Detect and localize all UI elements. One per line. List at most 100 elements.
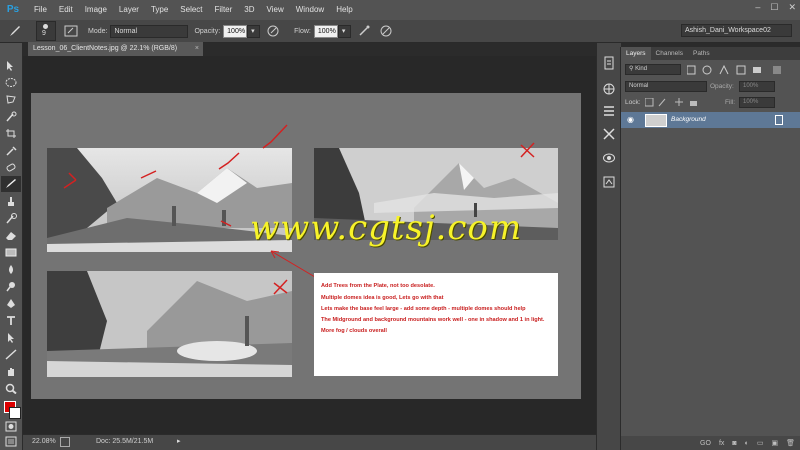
adjustment-layer-icon[interactable]: ◐ xyxy=(745,440,749,447)
menu-file[interactable]: File xyxy=(28,0,53,20)
layer-mask-icon[interactable]: ◙ xyxy=(732,440,736,447)
flow-dropdown-icon[interactable]: ▾ xyxy=(337,24,351,38)
tab-channels[interactable]: Channels xyxy=(651,47,688,60)
note-line-5: More fog / clouds overall xyxy=(321,328,387,334)
opacity-dropdown-icon[interactable]: ▾ xyxy=(247,24,261,38)
path-selection-icon[interactable] xyxy=(4,332,18,343)
dodge-tool-icon[interactable] xyxy=(4,281,18,292)
brush-icon xyxy=(6,179,16,188)
workspace-select[interactable]: Ashish_Dani_Workspace02 xyxy=(681,24,792,37)
quick-mask-icon[interactable] xyxy=(4,421,18,432)
close-document-icon[interactable]: × xyxy=(195,42,199,56)
brush-tool-icon[interactable] xyxy=(8,24,22,38)
layer-style-icon[interactable]: fx xyxy=(719,440,724,447)
share-icon[interactable] xyxy=(60,437,70,447)
type-tool-icon[interactable] xyxy=(4,315,18,326)
gradient-tool-icon[interactable] xyxy=(4,247,18,258)
line-tool-icon[interactable] xyxy=(4,349,18,360)
zoom-level[interactable]: 22.08% xyxy=(32,438,56,445)
new-layer-icon[interactable]: ▣ xyxy=(771,439,778,447)
mode-select[interactable]: Normal xyxy=(110,24,189,38)
zoom-tool-icon[interactable] xyxy=(4,383,18,394)
pen-tool-icon[interactable] xyxy=(4,298,18,309)
info-panel-icon[interactable] xyxy=(602,175,616,189)
annotation-mark-2 xyxy=(140,170,157,179)
eraser-icon[interactable] xyxy=(4,230,18,241)
note-line-3: Lets make the base feel large - add some… xyxy=(321,306,526,312)
crop-tool-icon[interactable] xyxy=(4,128,18,139)
layer-name: Background xyxy=(671,116,706,123)
layer-opacity-input[interactable]: 100% xyxy=(739,81,775,92)
note-line-4: The Midground and background mountains w… xyxy=(321,317,545,323)
blur-tool-icon[interactable] xyxy=(4,264,18,275)
adjustments-panel-icon[interactable] xyxy=(602,82,616,96)
pressure-size-icon[interactable] xyxy=(379,24,393,38)
eyedropper-icon[interactable] xyxy=(4,145,18,156)
tools-panel xyxy=(0,43,23,450)
move-tool-icon[interactable] xyxy=(4,60,18,71)
delete-layer-icon[interactable]: 🗑 xyxy=(786,439,795,447)
menu-help[interactable]: Help xyxy=(330,0,358,20)
menu-3d[interactable]: 3D xyxy=(238,0,260,20)
menu-view[interactable]: View xyxy=(261,0,290,20)
visibility-eye-icon[interactable]: ◉ xyxy=(627,115,634,124)
lasso-tool-icon[interactable] xyxy=(4,94,18,105)
brush-preset-picker[interactable]: 9 xyxy=(36,21,56,41)
history-brush-icon[interactable] xyxy=(4,213,18,224)
screen-mode-icon[interactable] xyxy=(4,436,18,447)
lock-label: Lock: xyxy=(625,99,641,106)
tool-presets-icon[interactable] xyxy=(602,127,616,141)
layer-filter-select[interactable]: ⚲ Kind xyxy=(625,64,681,75)
menu-type[interactable]: Type xyxy=(145,0,174,20)
tab-paths[interactable]: Paths xyxy=(688,47,715,60)
airbrush-icon[interactable] xyxy=(357,24,371,38)
menu-bar: Ps File Edit Image Layer Type Select Fil… xyxy=(0,0,800,20)
brush-tool-selected[interactable] xyxy=(1,176,21,192)
new-group-icon[interactable]: ▭ xyxy=(757,439,764,447)
layer-row-background[interactable]: ◉ Background xyxy=(621,112,800,128)
annotation-check-3 xyxy=(218,152,240,170)
annotation-cross-1 xyxy=(520,142,535,158)
healing-brush-icon[interactable] xyxy=(4,162,18,173)
clone-stamp-icon[interactable] xyxy=(4,196,18,207)
fill-input[interactable]: 100% xyxy=(739,97,775,108)
menu-edit[interactable]: Edit xyxy=(53,0,79,20)
quick-selection-icon[interactable] xyxy=(4,111,18,122)
note-line-1: Add Trees from the Plate, not too desola… xyxy=(321,283,435,289)
annotation-mark-3 xyxy=(220,220,232,227)
background-color-swatch[interactable] xyxy=(9,407,21,419)
brush-panel-toggle-icon[interactable] xyxy=(64,24,78,38)
close-button[interactable]: ✕ xyxy=(788,2,796,13)
collapsed-panels-dock xyxy=(596,43,621,450)
document-tab[interactable]: Lesson_06_ClientNotes.jpg @ 22.1% (RGB/8… xyxy=(28,42,203,56)
paths-panel-icon[interactable] xyxy=(602,151,616,165)
note-line-2: Multiple domes idea is good, Lets go wit… xyxy=(321,295,444,301)
pressure-opacity-icon[interactable] xyxy=(266,24,280,38)
annotation-cross-2 xyxy=(273,279,288,295)
minimize-button[interactable]: – xyxy=(755,2,760,13)
link-layers-icon[interactable]: GO xyxy=(700,440,711,447)
tab-layers[interactable]: Layers xyxy=(621,47,651,60)
properties-panel-icon[interactable] xyxy=(602,104,616,118)
layer-filter-kind: Kind xyxy=(635,66,648,72)
layer-filter-buttons[interactable] xyxy=(687,65,782,75)
lock-buttons[interactable] xyxy=(645,98,699,107)
history-panel-icon[interactable] xyxy=(602,56,616,70)
annotation-check-1 xyxy=(63,172,77,189)
menu-layer[interactable]: Layer xyxy=(113,0,145,20)
layers-footer: GO fx ◙ ◐ ▭ ▣ 🗑 xyxy=(621,436,800,450)
menu-select[interactable]: Select xyxy=(174,0,208,20)
brush-tip-icon xyxy=(43,24,48,29)
opacity-input[interactable]: 100% xyxy=(223,24,248,38)
menu-window[interactable]: Window xyxy=(290,0,330,20)
flow-input[interactable]: 100% xyxy=(313,24,338,38)
menu-image[interactable]: Image xyxy=(79,0,113,20)
menu-filter[interactable]: Filter xyxy=(209,0,239,20)
elliptical-marquee-icon[interactable] xyxy=(4,77,18,88)
flow-label: Flow: xyxy=(294,27,311,35)
opacity-label: Opacity: xyxy=(194,27,221,35)
hand-tool-icon[interactable] xyxy=(4,366,18,377)
status-menu-arrow-icon[interactable]: ▸ xyxy=(177,437,181,445)
maximize-button[interactable]: ☐ xyxy=(770,2,778,13)
blend-mode-select[interactable]: Normal xyxy=(625,81,707,92)
